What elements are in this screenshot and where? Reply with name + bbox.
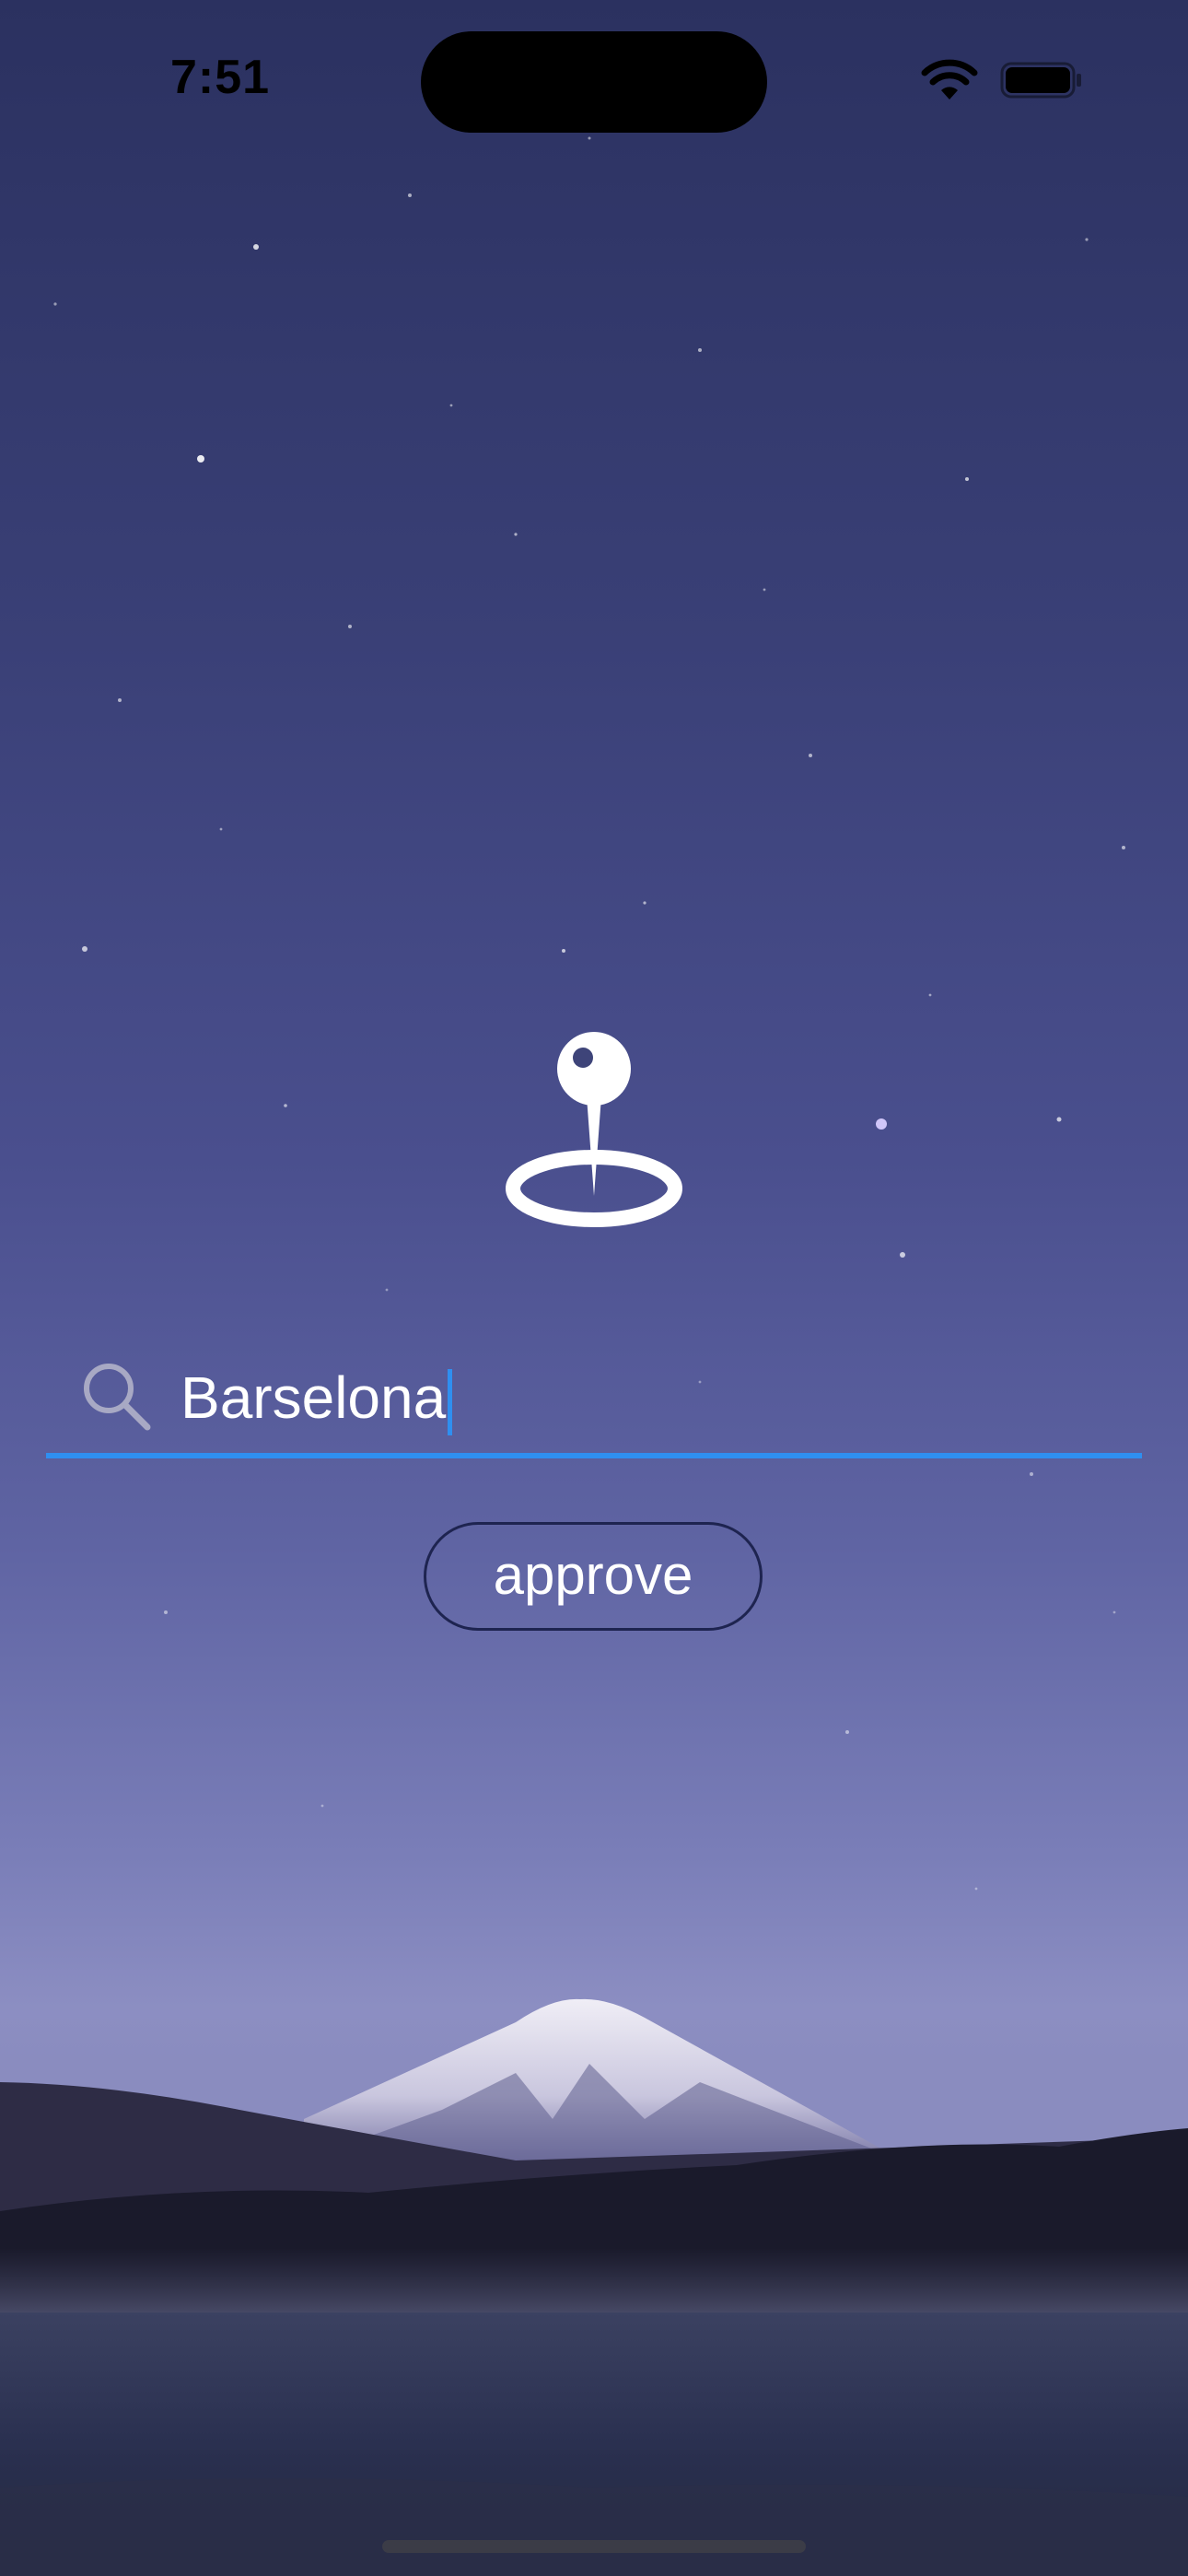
search-input[interactable]: Barselona (181, 1352, 1083, 1444)
search-field[interactable]: Barselona (46, 1341, 1142, 1460)
search-input-value: Barselona (181, 1364, 447, 1431)
search-icon (84, 1364, 151, 1431)
approve-button[interactable]: approve (424, 1522, 763, 1631)
location-pin-icon (506, 1032, 682, 1227)
text-cursor (448, 1369, 453, 1436)
background-scenery (0, 136, 1188, 2576)
home-indicator[interactable] (382, 2540, 806, 2553)
status-bar: 7:51 (0, 0, 1188, 166)
battery-icon (1000, 62, 1081, 99)
dynamic-island (421, 31, 767, 133)
search-underline (46, 1453, 1142, 1458)
wifi-icon (921, 59, 978, 100)
status-time: 7:51 (170, 51, 271, 104)
